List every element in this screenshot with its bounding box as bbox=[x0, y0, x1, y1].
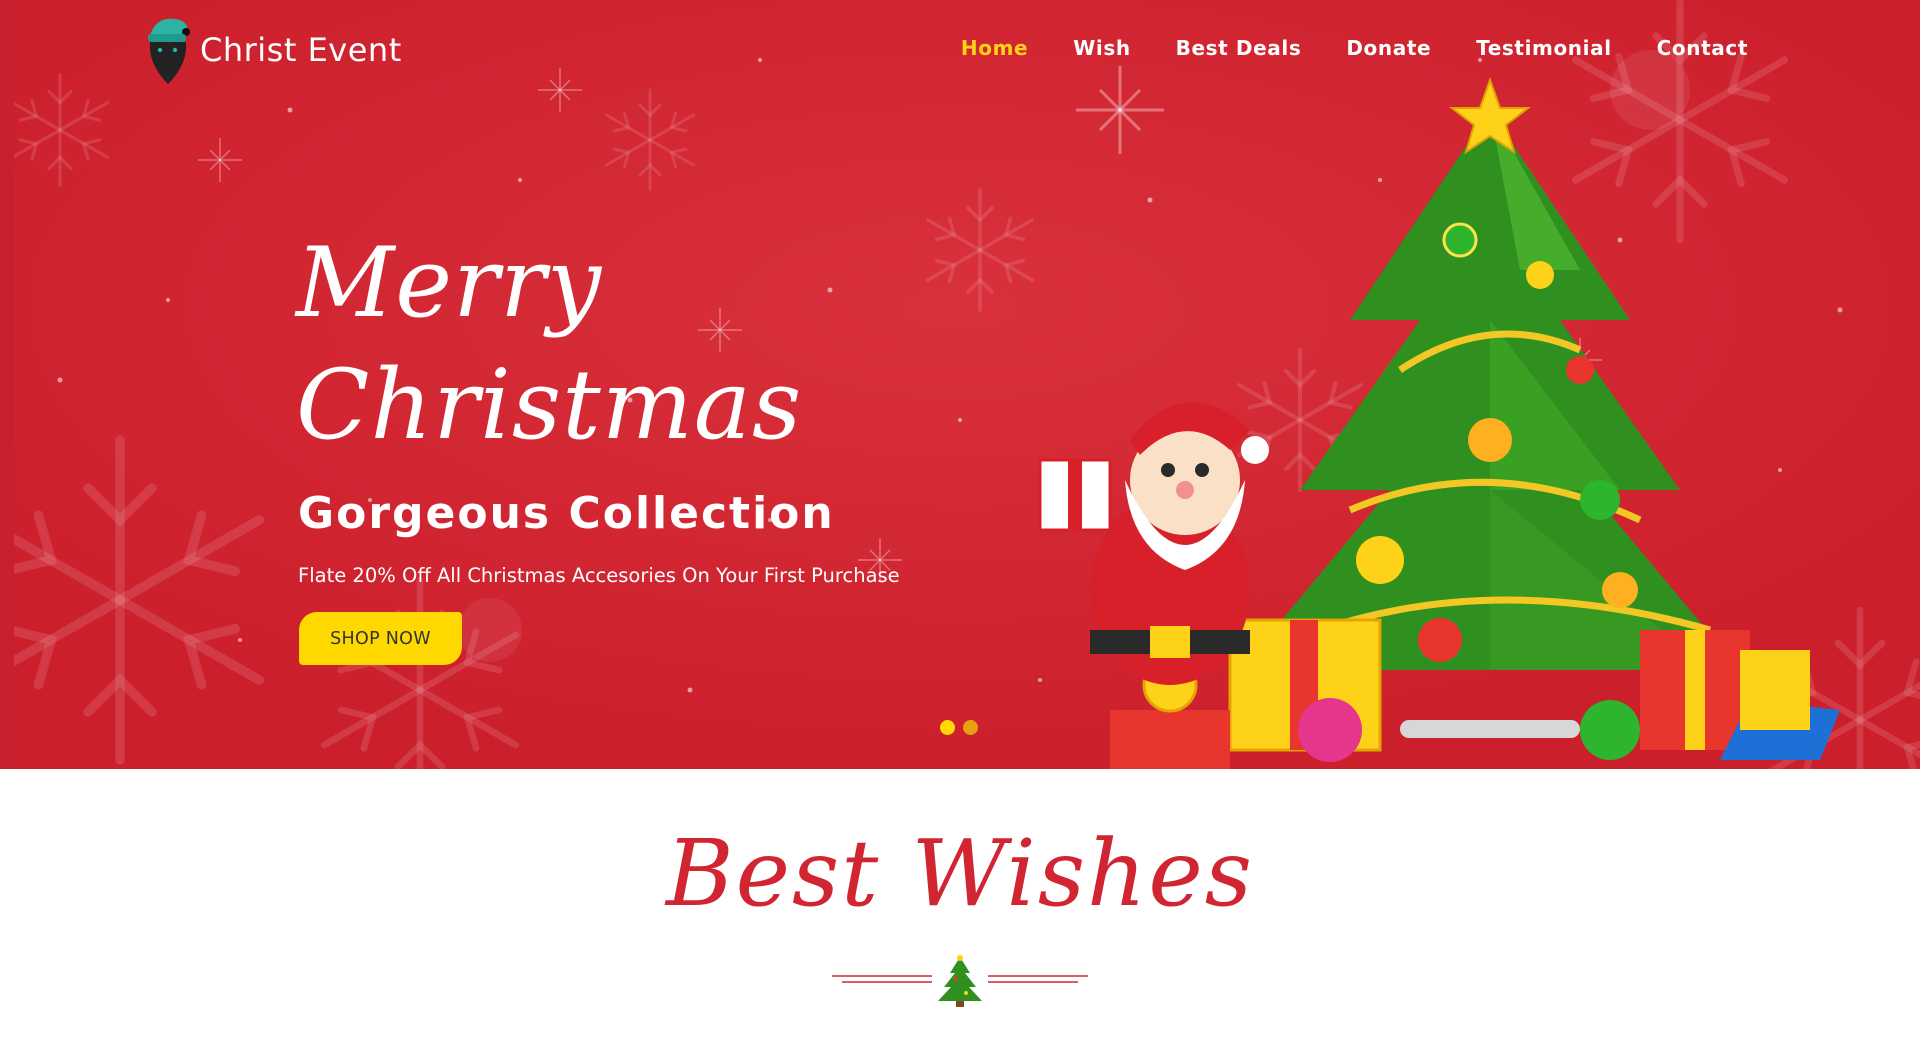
hero-left-edge bbox=[0, 0, 14, 769]
top-navbar: Christ Event Home Wish Best Deals Donate… bbox=[0, 0, 1920, 100]
hero-script-title: Merry Christmas bbox=[296, 222, 802, 466]
hero-script-line-2: Christmas bbox=[296, 349, 803, 461]
nav-testimonial[interactable]: Testimonial bbox=[1476, 36, 1612, 60]
slider-dots bbox=[940, 720, 978, 735]
nav-contact[interactable]: Contact bbox=[1657, 36, 1748, 60]
main-nav: Home Wish Best Deals Donate Testimonial … bbox=[961, 36, 1748, 60]
nav-home[interactable]: Home bbox=[961, 36, 1028, 60]
slider-dot-2[interactable] bbox=[963, 720, 978, 735]
santa-logo-icon bbox=[148, 18, 190, 84]
christmas-tree-icon bbox=[938, 955, 982, 1007]
santa-and-christmas-tree-illustration bbox=[1038, 77, 1840, 769]
hero-banner: Christ Event Home Wish Best Deals Donate… bbox=[0, 0, 1920, 769]
nav-donate[interactable]: Donate bbox=[1346, 36, 1431, 60]
slider-dot-1[interactable] bbox=[940, 720, 955, 735]
logo-text: Christ Event bbox=[200, 31, 402, 69]
nav-best-deals[interactable]: Best Deals bbox=[1176, 36, 1302, 60]
shop-now-button[interactable]: SHOP NOW bbox=[299, 612, 462, 665]
nav-wish[interactable]: Wish bbox=[1073, 36, 1130, 60]
section-divider bbox=[832, 955, 1088, 1007]
site-logo[interactable]: Christ Event bbox=[146, 14, 402, 86]
best-wishes-title: Best Wishes bbox=[666, 820, 1254, 927]
hero-subtext: Flate 20% Off All Christmas Accesories O… bbox=[298, 564, 900, 587]
hero-script-line-1: Merry bbox=[296, 227, 603, 339]
santa-icon bbox=[1038, 402, 1269, 685]
hero-heading: Gorgeous Collection bbox=[298, 488, 835, 539]
